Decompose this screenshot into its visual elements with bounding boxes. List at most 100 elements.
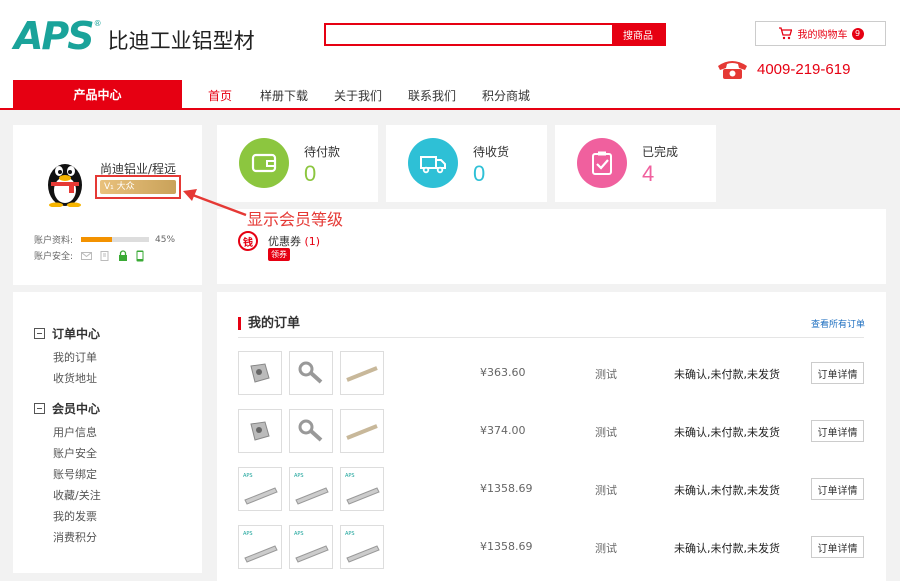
aluminum-profile-product-thumbnail[interactable]: APS: [238, 467, 282, 511]
menu-item-points[interactable]: 消费积分: [53, 529, 97, 545]
delivery-truck-icon: [408, 138, 458, 188]
menu-item-account-security[interactable]: 账户安全: [53, 445, 97, 461]
corner-bracket-product-thumbnail[interactable]: [238, 351, 282, 395]
orders-title: 我的订单: [238, 317, 300, 330]
hotline: 4009-219-619: [716, 58, 850, 80]
nav-home[interactable]: 首页: [208, 87, 232, 104]
nav-contact-us[interactable]: 联系我们: [408, 87, 456, 104]
telephone-icon: [718, 61, 747, 79]
eye-bolt-product-thumbnail[interactable]: [289, 351, 333, 395]
orders-panel: 我的订单 查看所有订单 ¥363.60 测试 未确认,未付款,未发货 订单详情 …: [217, 292, 886, 581]
nav-product-center[interactable]: 产品中心: [13, 80, 182, 108]
stat-value: 0: [304, 161, 317, 186]
order-detail-button[interactable]: 订单详情: [811, 478, 864, 500]
rod-product-thumbnail[interactable]: [340, 409, 384, 453]
menu-group-member-center[interactable]: 会员中心: [34, 400, 100, 417]
order-note: 测试: [595, 426, 617, 439]
order-note: 测试: [595, 542, 617, 555]
aluminum-profile-product-thumbnail[interactable]: APS: [289, 467, 333, 511]
cart-icon: [778, 27, 792, 40]
menu-group-label: 订单中心: [52, 327, 101, 341]
order-row: ¥374.00 测试 未确认,未付款,未发货 订单详情: [238, 409, 864, 453]
email-icon[interactable]: [81, 251, 93, 260]
avatar[interactable]: [45, 157, 85, 210]
menu-item-user-info[interactable]: 用户信息: [53, 424, 97, 440]
logo-mark: APS: [14, 14, 95, 58]
order-status: 未确认,未付款,未发货: [674, 484, 780, 497]
stat-label: 待付款: [304, 145, 341, 159]
order-row: APS APS APS ¥1358.69 测试 未确认,未付款,未发货 订单详情: [238, 525, 864, 569]
search-bar: 搜商品: [324, 23, 666, 46]
menu-item-favorites[interactable]: 收藏/关注: [53, 487, 101, 503]
order-status: 未确认,未付款,未发货: [674, 542, 780, 555]
menu-item-invoices[interactable]: 我的发票: [53, 508, 97, 524]
cart-count-badge: 9: [851, 27, 864, 40]
vip-highlight-box: V₁ 大众: [95, 175, 181, 199]
cart-button[interactable]: 我的购物车 9: [755, 21, 886, 46]
aluminum-profile-product-thumbnail[interactable]: APS: [289, 525, 333, 569]
mobile-phone-icon[interactable]: [136, 250, 144, 262]
order-note: 测试: [595, 484, 617, 497]
order-row: ¥363.60 测试 未确认,未付款,未发货 订单详情: [238, 351, 864, 395]
stat-pending-receipt[interactable]: 待收货 0: [386, 125, 547, 202]
search-button[interactable]: 搜商品: [612, 25, 664, 44]
order-price: ¥1358.69: [480, 482, 533, 495]
clipboard-check-icon: [577, 138, 627, 188]
divider: [238, 337, 864, 338]
svg-text:APS: APS: [345, 531, 355, 537]
order-detail-button[interactable]: 订单详情: [811, 536, 864, 558]
site-header: APS ® 比迪工业铝型材 搜商品 我的购物车 9 4009-219-619 产…: [0, 0, 900, 110]
account-progress-percent: 45%: [155, 234, 176, 245]
svg-text:APS: APS: [294, 531, 304, 537]
eye-bolt-product-thumbnail[interactable]: [289, 409, 333, 453]
view-all-orders-link[interactable]: 查看所有订单: [811, 317, 865, 330]
stat-label: 已完成: [642, 145, 679, 159]
corner-bracket-product-thumbnail[interactable]: [238, 409, 282, 453]
order-status: 未确认,未付款,未发货: [674, 368, 780, 381]
coupon-label[interactable]: 优惠券 (1): [268, 233, 320, 249]
account-info-row: 账户资料: 45%: [34, 233, 176, 247]
account-security-row: 账户安全:: [34, 249, 144, 262]
claim-coupon-button[interactable]: 领券: [268, 248, 290, 261]
coupon-money-icon: 钱: [238, 231, 258, 251]
order-detail-button[interactable]: 订单详情: [811, 420, 864, 442]
aluminum-profile-product-thumbnail[interactable]: APS: [238, 525, 282, 569]
hotline-number: 4009-219-619: [757, 60, 851, 78]
stat-completed[interactable]: 已完成 4: [555, 125, 716, 202]
stat-value: 0: [473, 161, 486, 186]
nav-about-us[interactable]: 关于我们: [334, 87, 382, 104]
account-progress-fill: [81, 237, 112, 242]
order-note: 测试: [595, 368, 617, 381]
side-menu: 订单中心 我的订单 收货地址 会员中心 用户信息 账户安全 账号绑定 收藏/关注…: [13, 292, 202, 573]
stat-label: 待收货: [473, 145, 510, 159]
vip-level-badge: V₁ 大众: [100, 180, 176, 194]
menu-group-label: 会员中心: [52, 402, 101, 416]
order-detail-button[interactable]: 订单详情: [811, 362, 864, 384]
svg-text:APS: APS: [243, 473, 253, 479]
cart-label: 我的购物车: [797, 30, 848, 41]
main-nav: 产品中心 首页 样册下载 关于我们 联系我们 积分商城: [0, 80, 900, 108]
annotation-arrow-icon: [183, 189, 247, 217]
user-profile-panel: 尚迪铝业/程远 V₁ 大众 账户资料: 45% 账户安全:: [13, 125, 202, 285]
search-input[interactable]: [326, 25, 612, 44]
aluminum-profile-product-thumbnail[interactable]: APS: [340, 467, 384, 511]
svg-text:APS: APS: [294, 473, 304, 479]
coupon-count: (1): [304, 235, 321, 248]
document-icon[interactable]: [100, 250, 110, 261]
collapse-icon: [34, 328, 45, 339]
lock-icon[interactable]: [118, 250, 128, 261]
annotation-text: 显示会员等级: [247, 210, 344, 229]
rod-product-thumbnail[interactable]: [340, 351, 384, 395]
nav-catalog-download[interactable]: 样册下载: [260, 87, 308, 104]
svg-text:APS: APS: [243, 531, 253, 537]
menu-item-account-binding[interactable]: 账号绑定: [53, 466, 97, 482]
nav-points-mall[interactable]: 积分商城: [482, 87, 530, 104]
menu-item-my-orders[interactable]: 我的订单: [53, 349, 97, 365]
site-logo[interactable]: APS ® 比迪工业铝型材: [14, 16, 255, 56]
aluminum-profile-product-thumbnail[interactable]: APS: [340, 525, 384, 569]
account-security-label: 账户安全:: [34, 252, 74, 262]
order-price: ¥363.60: [480, 366, 526, 379]
menu-item-shipping-address[interactable]: 收货地址: [53, 370, 97, 386]
menu-group-order-center[interactable]: 订单中心: [34, 325, 100, 342]
wallet-icon: [239, 138, 289, 188]
